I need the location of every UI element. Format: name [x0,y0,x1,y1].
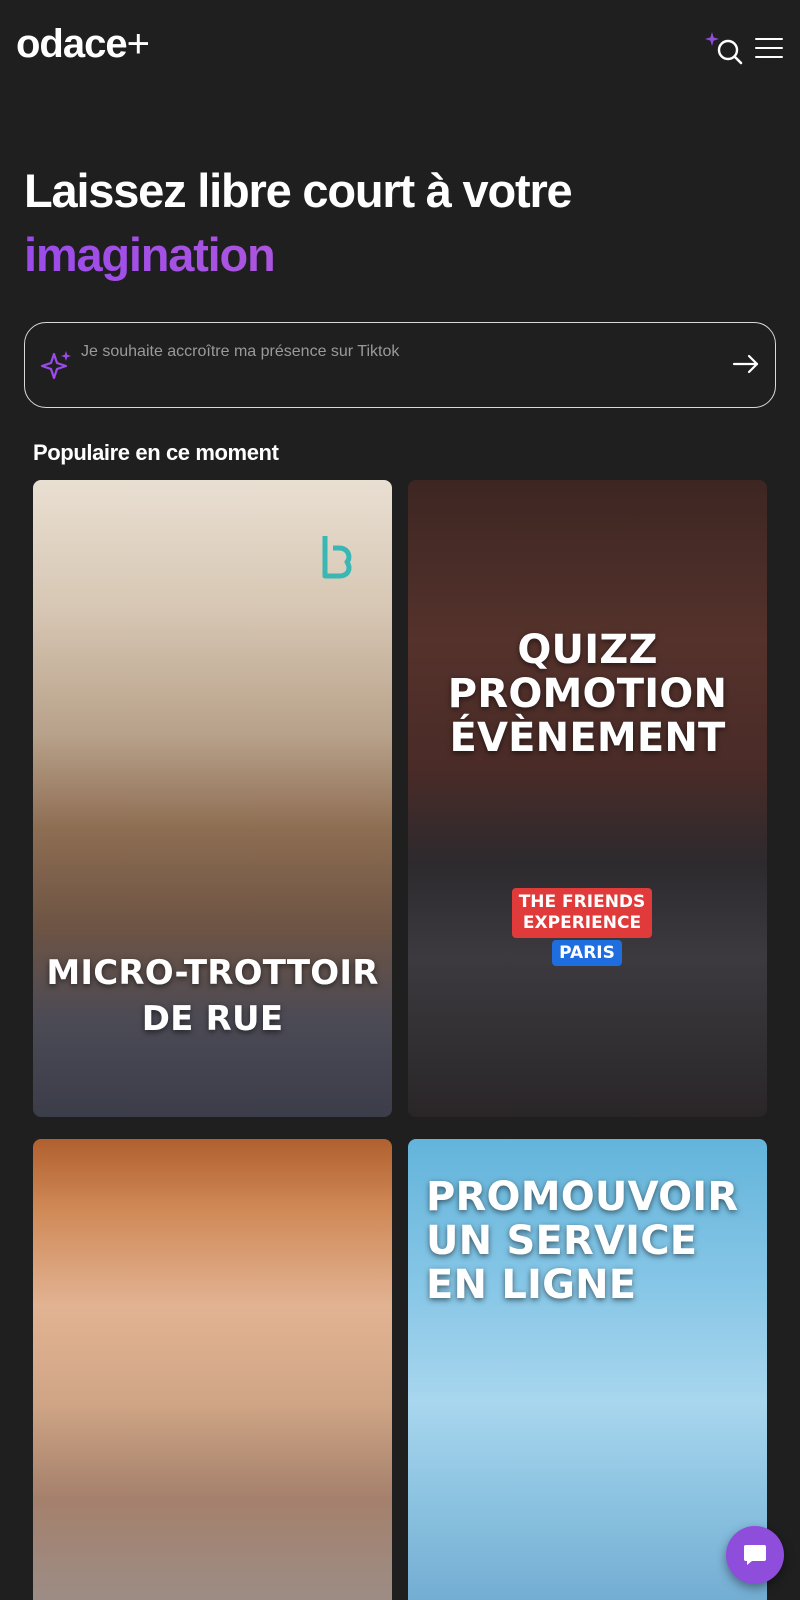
event-badge: THE FRIENDS EXPERIENCE [512,888,652,938]
prompt-input[interactable] [81,339,701,365]
odace-logo[interactable]: odace+ [16,22,150,67]
sparkle-search-icon [705,32,743,65]
menu-button[interactable] [755,38,783,62]
video-card-promouvoir[interactable]: PROMOUVOIR UN SERVICE EN LIGNE [408,1139,767,1600]
video-card-quizz[interactable]: QUIZZ PROMOTION ÉVÈNEMENT THE FRIENDS EX… [408,480,767,1117]
prompt-box[interactable] [24,322,776,408]
city-badge: PARIS [552,940,622,966]
card-title: MICRO-TROTTOIR DE RUE [46,953,379,1039]
sparkle-icon [40,351,71,380]
search-button[interactable] [704,30,744,66]
video-card-portrait[interactable] [33,1139,392,1600]
card-title: QUIZZ PROMOTION ÉVÈNEMENT [447,627,728,761]
section-title: Populaire en ce moment [33,440,279,465]
hero-title-line1: Laissez libre court à votre [24,164,573,217]
hamburger-menu-icon [755,38,783,40]
chat-bubble-icon [744,1545,766,1565]
video-card-micro-trottoir[interactable]: MICRO-TROTTOIR DE RUE [33,480,392,1117]
b-logo-icon [322,536,352,579]
card-title: PROMOUVOIR UN SERVICE EN LIGNE [426,1174,739,1308]
arrow-right-icon[interactable] [731,349,761,379]
site-header: odace+ [0,0,800,96]
chat-button[interactable] [726,1526,784,1584]
hero-heading: Laissez libre court à votre imagination [24,160,784,288]
hero-title-highlight: imagination [24,222,784,288]
